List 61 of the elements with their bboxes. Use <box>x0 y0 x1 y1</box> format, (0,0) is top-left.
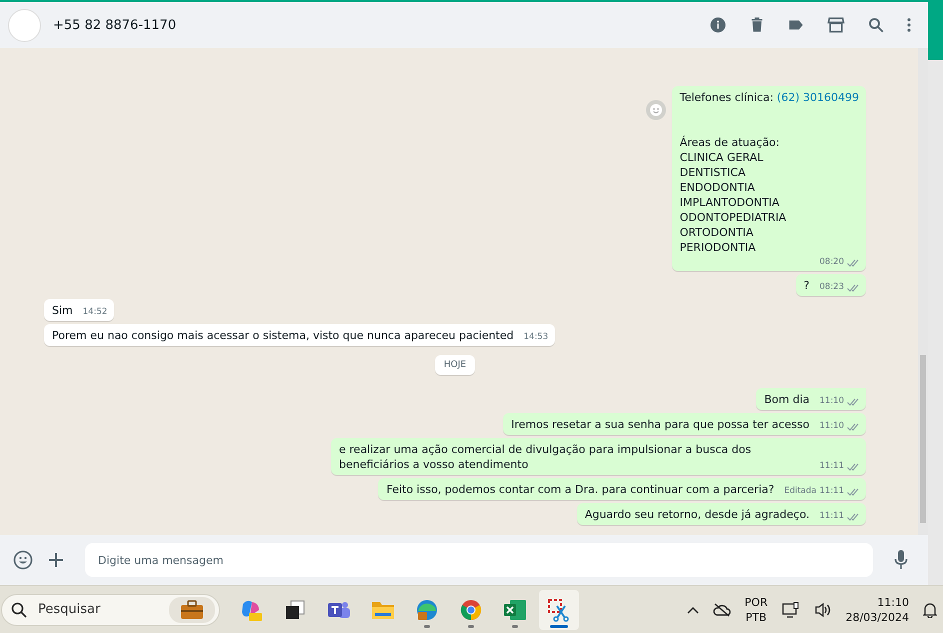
message-text: ORTODONTIA <box>680 225 754 240</box>
message-time: 14:52 <box>82 306 108 319</box>
info-icon[interactable] <box>709 16 727 34</box>
clock-date: 28/03/2024 <box>846 610 909 624</box>
message-text: e realizar uma ação comercial de divulgação para impulsionar a busca dos beneficiários a vosso atendimento <box>339 442 752 472</box>
briefcase-icon <box>169 596 215 622</box>
scrollbar-thumb[interactable] <box>920 355 926 523</box>
message-time: 14:53 <box>524 331 548 344</box>
date-divider: HOJE <box>434 355 476 375</box>
message-text: Aguardo seu retorno, desde já agradeço. <box>584 507 810 522</box>
search-icon <box>11 602 27 618</box>
language-code: POR <box>744 594 768 610</box>
emoji-icon[interactable] <box>13 550 33 570</box>
page-scrollbar-thumb[interactable] <box>928 2 943 60</box>
message-text: ODONTOPEDIATRIA <box>680 210 788 225</box>
message-text: DENTISTICA <box>680 165 746 180</box>
message-time: 11:11 <box>820 485 844 498</box>
overlapping-squares-icon <box>284 598 306 620</box>
message-time: 11:11 <box>820 510 844 523</box>
edited-label: Editada <box>784 485 816 498</box>
message-text: Feito isso, podemos contar com a Dra. para continuar com a parceria? <box>386 482 774 497</box>
plus-icon[interactable] <box>48 552 64 568</box>
message-text: ENDODONTIA <box>680 180 756 195</box>
search-icon[interactable] <box>867 16 885 34</box>
message-text: Telefones clínica: <box>680 91 774 104</box>
message-time: 11:10 <box>820 420 844 433</box>
message-text: Bom dia <box>764 392 810 407</box>
bell-icon[interactable] <box>923 602 937 618</box>
message-text: Sim <box>52 303 73 318</box>
cloud-off-icon[interactable] <box>712 602 731 616</box>
monitor-icon[interactable] <box>782 602 800 618</box>
contact-name[interactable]: +55 82 8876-1170 <box>53 18 176 32</box>
phone-link[interactable]: (62) 30160499 <box>776 91 859 104</box>
chrome-icon <box>459 598 483 622</box>
clock-time: 11:10 <box>877 594 909 610</box>
speaker-icon[interactable] <box>814 602 832 618</box>
clock[interactable]: 11:10 28/03/2024 <box>846 594 909 624</box>
message-text: Áreas de atuação: <box>680 135 780 150</box>
message-input[interactable]: Digite uma mensagem <box>85 543 873 577</box>
message-text: ? <box>804 278 810 293</box>
message-text: IMPLANTODONTIA <box>680 195 780 210</box>
spreadsheet-icon <box>503 598 527 622</box>
search-field[interactable]: Pesquisar <box>36 601 160 618</box>
scissors-icon <box>547 598 571 622</box>
store-icon[interactable] <box>826 15 846 35</box>
search-bar[interactable]: Pesquisar <box>1 594 220 626</box>
message-text: CLINICA GERAL <box>680 150 764 165</box>
language-code: PTB <box>746 610 767 624</box>
message-time: 11:11 <box>820 460 844 473</box>
message-time: 08:20 <box>820 256 844 269</box>
message-time: 08:23 <box>820 281 844 294</box>
message-text: Iremos resetar a sua senha para que possa ter acesso <box>511 417 810 432</box>
menu-icon[interactable] <box>906 16 912 34</box>
microphone-icon[interactable] <box>894 550 908 570</box>
scrollbar[interactable] <box>918 48 928 535</box>
message-time: 11:10 <box>820 395 844 408</box>
language-indicator[interactable]: POR PTB <box>744 594 768 624</box>
chevron-up-icon[interactable] <box>686 606 699 614</box>
message-text: PERIODONTIA <box>680 240 757 255</box>
message-text: Porem eu nao consigo mais acessar o sistema, visto que nunca apareceu paciented <box>52 328 514 343</box>
wave-circle-icon <box>415 598 439 622</box>
